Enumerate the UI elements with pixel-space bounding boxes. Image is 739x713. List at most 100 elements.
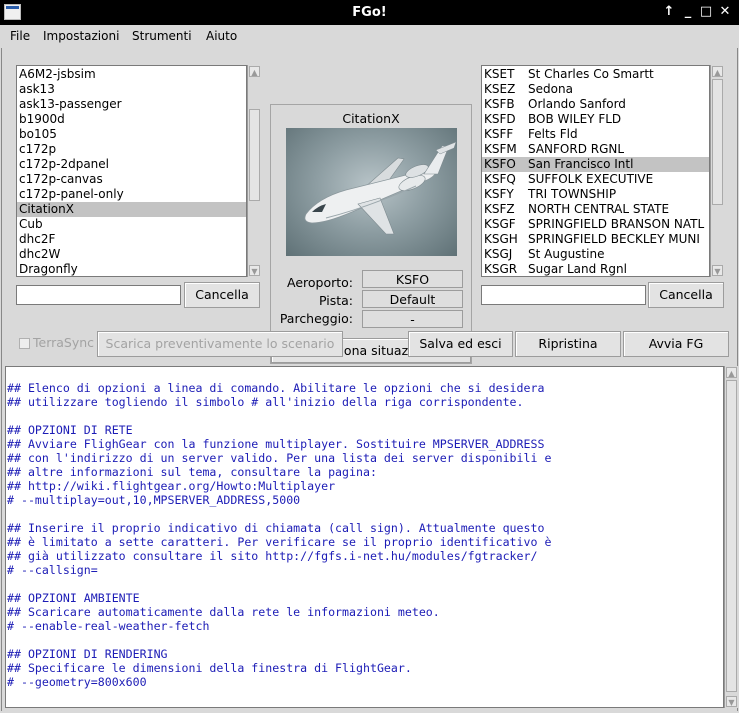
editor-line: ## Avviare FlighGear con la funzione mul… [7,437,545,451]
airport-code: KSFD [484,112,516,126]
editor-line: ## altre informazioni sul tema, consulta… [7,465,377,479]
airport-name: St Augustine [528,247,605,261]
menu-file[interactable]: File [10,29,30,43]
airport-cancel-button[interactable]: Cancella [648,282,724,308]
aircraft-list[interactable]: A6M2-jsbsim ask13 ask13-passenger b1900d bo1… [16,65,247,277]
aircraft-list-scrollbar[interactable]: ▲ ▼ [247,65,261,277]
airport-name: TRI TOWNSHIP [528,187,617,201]
aircraft-name: CitationX [342,111,400,126]
close-icon[interactable]: ✕ [717,3,733,21]
aircraft-list-item[interactable]: b1900d [17,112,246,127]
airport-list-item[interactable]: KSFO San Francisco Intl [482,157,709,172]
aircraft-search-input[interactable] [16,285,181,305]
menu-help[interactable]: Aiuto [206,29,237,43]
aircraft-list-item[interactable]: ask13-passenger [17,97,246,112]
airport-search-input[interactable] [481,285,646,305]
keep-above-icon[interactable]: ↑ [661,3,677,21]
maximize-icon[interactable]: □ [698,3,714,21]
aircraft-list-item[interactable]: c172p-canvas [17,172,246,187]
airport-name: Sugar Land Rgnl [528,262,627,276]
airport-list-item[interactable]: KSGJ St Augustine [482,247,709,262]
save-exit-button[interactable]: Salva ed esci [408,331,513,357]
editor-line: ## http://wiki.flightgear.org/Howto:Mult… [7,479,336,493]
editor-line: ## OPZIONI DI RENDERING [7,647,168,661]
editor-line: ## è limitato a sette caratteri. Per ver… [7,535,552,549]
aircraft-list-item[interactable]: dhc2F [17,232,246,247]
aircraft-list-item[interactable]: A6M2-jsbsim [17,67,246,82]
airport-code: KSFF [484,127,514,141]
scroll-down-icon[interactable]: ▼ [712,265,723,276]
editor-line: ## con l'indirizzo di un server valido. … [7,451,552,465]
editor-line: # --multiplay=out,10,MPSERVER_ADDRESS,50… [7,493,301,507]
aircraft-list-item[interactable]: c172p-panel-only [17,187,246,202]
terrasync-checkbox[interactable] [19,338,30,349]
airport-code: KSFB [484,97,515,111]
airport-code: KSGR [484,262,518,276]
aircraft-list-item[interactable]: Dragonfly [17,262,246,276]
terrasync-label: TerraSync [33,335,95,350]
aircraft-list-item[interactable]: dhc2W [17,247,246,262]
editor-line: ## Scaricare automaticamente dalla rete … [7,605,440,619]
aircraft-list-item[interactable]: ask13 [17,82,246,97]
options-editor-scrollbar[interactable]: ▲ ▼ [724,366,738,708]
airport-list-item[interactable]: KSET St Charles Co Smartt [482,67,709,82]
editor-line: # --geometry=800x600 [7,675,147,689]
aircraft-info-panel: CitationX Aeroporto: KSFO Pista: Default… [270,104,472,364]
airport-field[interactable]: KSFO [362,270,463,288]
airport-list-item[interactable]: KSFM SANFORD RGNL [482,142,709,157]
aircraft-list-item[interactable]: bo105 [17,127,246,142]
airport-name: Sedona [528,82,573,96]
aircraft-list-item[interactable]: CitationX [17,202,246,217]
editor-line: ## Specificare le dimensioni della fines… [7,661,412,675]
airport-code: KSGF [484,217,516,231]
aircraft-list-item[interactable]: Cub [17,217,246,232]
options-editor[interactable]: ## Elenco di opzioni a linea di comando.… [5,366,724,708]
airport-code: KSGJ [484,247,513,261]
window-title: FGo! [352,5,387,20]
airport-list-item[interactable]: KSGF SPRINGFIELD BRANSON NATL [482,217,709,232]
jet-image [304,141,457,235]
airport-code: KSET [484,67,515,81]
reset-button[interactable]: Ripristina [515,331,621,357]
editor-line: # --callsign= [7,563,98,577]
airport-list-item[interactable]: KSGH SPRINGFIELD BECKLEY MUNI [482,232,709,247]
editor-line: ## OPZIONI AMBIENTE [7,591,140,605]
aircraft-list-item[interactable]: c172p [17,142,246,157]
aircraft-list-item[interactable]: c172p-2dpanel [17,157,246,172]
airport-code: KSFZ [484,202,515,216]
airport-list-item[interactable]: KSFD BOB WILEY FLD [482,112,709,127]
airport-list-item[interactable]: KSFY TRI TOWNSHIP [482,187,709,202]
scroll-up-icon[interactable]: ▲ [249,66,260,77]
airport-name: NORTH CENTRAL STATE [528,202,670,216]
aircraft-cancel-button[interactable]: Cancella [184,282,260,308]
airport-list[interactable]: KSET St Charles Co Smartt KSEZ Sedona KSFB Or… [481,65,710,277]
runway-field[interactable]: Default [362,290,463,308]
scrollbar-thumb[interactable] [726,380,737,692]
airport-label: Aeroporto: [286,275,353,290]
airport-name: SPRINGFIELD BRANSON NATL [528,217,705,231]
editor-line: ## utilizzare togliendo il simbolo # all… [7,395,524,409]
editor-line: ## Elenco di opzioni a linea di comando.… [7,381,545,395]
airport-list-item[interactable]: KSGR Sugar Land Rgnl [482,262,709,276]
scroll-up-icon[interactable]: ▲ [726,367,737,378]
prefetch-scenery-button[interactable]: Scarica preventivamente lo scenario [97,331,343,357]
minimize-icon[interactable]: _ [680,3,696,21]
menu-tools[interactable]: Strumenti [132,29,192,43]
airport-name: SUFFOLK EXECUTIVE [528,172,654,186]
airport-list-item[interactable]: KSFZ NORTH CENTRAL STATE [482,202,709,217]
scrollbar-thumb[interactable] [249,109,260,201]
airport-list-item[interactable]: KSFQ SUFFOLK EXECUTIVE [482,172,709,187]
menu-settings[interactable]: Impostazioni [43,29,119,43]
airport-list-item[interactable]: KSEZ Sedona [482,82,709,97]
scrollbar-thumb[interactable] [712,79,723,205]
scroll-down-icon[interactable]: ▼ [249,265,260,276]
scroll-down-icon[interactable]: ▼ [726,696,737,707]
parking-field[interactable]: - [362,310,463,328]
editor-line: ## OPZIONI DI RETE [7,423,133,437]
airport-list-item[interactable]: KSFF Felts Fld [482,127,709,142]
airport-list-scrollbar[interactable]: ▲ ▼ [710,65,724,277]
run-fg-button[interactable]: Avvia FG [623,331,729,357]
scroll-up-icon[interactable]: ▲ [712,66,723,77]
airport-list-item[interactable]: KSFB Orlando Sanford [482,97,709,112]
